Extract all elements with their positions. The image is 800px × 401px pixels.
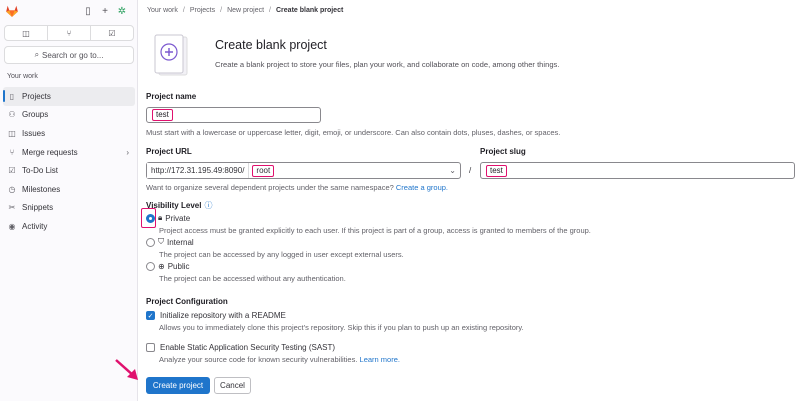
namespace-value: root bbox=[252, 164, 275, 177]
todo-tab-icon[interactable]: ☑ bbox=[91, 26, 133, 40]
sidebar-item-projects[interactable]: ▯ Projects bbox=[3, 87, 135, 106]
main-content: Your work / Projects / New project / Cre… bbox=[138, 0, 800, 401]
search-button[interactable]: ⌕ Search or go to... bbox=[4, 46, 134, 64]
sidebar-item-groups[interactable]: ⚇ Groups bbox=[3, 106, 135, 125]
todo-icon: ☑ bbox=[8, 166, 16, 176]
merge-requests-tab-icon[interactable]: ⑂ bbox=[48, 26, 91, 40]
project-name-help: Must start with a lowercase or uppercase… bbox=[146, 128, 561, 137]
breadcrumb-projects[interactable]: Projects bbox=[190, 7, 215, 14]
learn-more-link[interactable]: Learn more. bbox=[360, 355, 400, 364]
lock-icon: 🔒︎ bbox=[158, 213, 163, 222]
sidebar-item-label: Milestones bbox=[22, 184, 61, 194]
visibility-option-desc: The project can be accessed without any … bbox=[159, 274, 346, 283]
sidebar-item-activity[interactable]: ◉ Activity bbox=[3, 217, 135, 236]
project-config-label: Project Configuration bbox=[146, 297, 228, 306]
sast-desc-row: Analyze your source code for known secur… bbox=[159, 355, 400, 364]
project-url-group: http://172.31.195.49:8090/ root ⌄ bbox=[146, 162, 461, 179]
sidebar-item-todo[interactable]: ☑ To-Do List bbox=[3, 161, 135, 180]
private-radio[interactable] bbox=[146, 213, 155, 223]
project-icon: ▯ bbox=[9, 91, 15, 101]
url-slash: / bbox=[469, 166, 472, 175]
project-url-label: Project URL bbox=[146, 147, 192, 156]
project-slug-value: test bbox=[486, 164, 507, 177]
sidebar-quick-tabs: ◫ ⑂ ☑ bbox=[4, 25, 134, 41]
namespace-help: Want to organize several dependent proje… bbox=[146, 183, 448, 192]
breadcrumb-separator: / bbox=[220, 7, 223, 14]
url-prefix: http://172.31.195.49:8090/ bbox=[147, 163, 250, 178]
sidebar: ▯ + ✲ ◫ ⑂ ☑ ⌕ Search or go to... Your wo… bbox=[0, 0, 138, 401]
sidebar-item-label: Groups bbox=[22, 110, 49, 120]
activity-icon: ◉ bbox=[8, 221, 16, 231]
project-slug-input[interactable]: test bbox=[480, 162, 795, 179]
sidebar-item-milestones[interactable]: ◷ Milestones bbox=[3, 180, 135, 199]
chevron-down-icon: ⌄ bbox=[449, 166, 456, 175]
sidebar-item-label: Merge requests bbox=[22, 147, 78, 157]
search-label: Search or go to... bbox=[42, 50, 104, 60]
visibility-public[interactable]: ⊕ Public bbox=[146, 262, 190, 271]
breadcrumb: Your work / Projects / New project / Cre… bbox=[147, 7, 343, 14]
project-name-label: Project name bbox=[146, 92, 197, 101]
milestone-icon: ◷ bbox=[8, 184, 16, 194]
group-icon: ⚇ bbox=[8, 110, 16, 120]
breadcrumb-separator: / bbox=[182, 7, 185, 14]
sidebar-section-title: Your work bbox=[7, 73, 38, 80]
visibility-option-desc: Project access must be granted explicitl… bbox=[159, 226, 591, 235]
breadcrumb-current[interactable]: Create blank project bbox=[276, 7, 343, 14]
visibility-option-label: Public bbox=[167, 262, 190, 271]
visibility-internal[interactable]: ⛉ Internal bbox=[146, 237, 194, 247]
cancel-button[interactable]: Cancel bbox=[214, 377, 251, 394]
sidebar-item-label: Snippets bbox=[22, 203, 54, 213]
namespace-help-text: Want to organize several dependent proje… bbox=[146, 183, 394, 192]
page-description: Create a blank project to store your fil… bbox=[215, 60, 560, 69]
breadcrumb-separator: / bbox=[269, 7, 271, 14]
readme-desc: Allows you to immediately clone this pro… bbox=[159, 323, 524, 332]
sast-desc: Analyze your source code for known secur… bbox=[159, 355, 358, 364]
sidebar-item-label: Projects bbox=[22, 91, 51, 101]
readme-label: Initialize repository with a README bbox=[160, 311, 286, 320]
sidebar-item-snippets[interactable]: ✂ Snippets bbox=[3, 199, 135, 218]
search-icon: ⌕ bbox=[34, 50, 40, 59]
sidebar-item-label: To-Do List bbox=[22, 166, 59, 176]
visibility-option-desc: The project can be accessed by any logge… bbox=[159, 250, 404, 259]
chevron-right-icon: › bbox=[126, 147, 129, 157]
sast-checkbox[interactable] bbox=[146, 343, 155, 352]
breadcrumb-new-project[interactable]: New project bbox=[227, 7, 264, 14]
sidebar-toggle-icon[interactable]: ▯ bbox=[82, 5, 94, 17]
visibility-private[interactable]: 🔒︎ Private bbox=[146, 213, 190, 223]
sidebar-item-merge-requests[interactable]: ⑂ Merge requests › bbox=[3, 143, 135, 162]
namespace-select[interactable]: root ⌄ bbox=[249, 163, 460, 178]
visibility-option-label: Internal bbox=[167, 237, 194, 247]
visibility-option-label: Private bbox=[165, 213, 191, 223]
merge-request-icon: ⑂ bbox=[9, 147, 15, 157]
sidebar-item-label: Issues bbox=[22, 128, 46, 138]
avatar[interactable]: ✲ bbox=[116, 5, 128, 17]
public-radio[interactable] bbox=[146, 262, 155, 271]
readme-checkbox[interactable]: ✓ bbox=[146, 311, 155, 320]
sidebar-nav: ▯ Projects ⚇ Groups ◫ Issues ⑂ Merge req… bbox=[3, 87, 135, 236]
sidebar-item-label: Activity bbox=[22, 221, 48, 231]
issues-icon: ◫ bbox=[8, 128, 16, 138]
create-project-button[interactable]: Create project bbox=[146, 377, 210, 394]
gitlab-logo[interactable] bbox=[5, 4, 19, 18]
project-slug-label: Project slug bbox=[480, 147, 526, 156]
blank-project-illustration-icon bbox=[154, 34, 188, 76]
page-title: Create blank project bbox=[215, 38, 327, 52]
sidebar-item-issues[interactable]: ◫ Issues bbox=[3, 124, 135, 143]
breadcrumb-your-work[interactable]: Your work bbox=[147, 7, 178, 14]
plus-icon[interactable]: + bbox=[99, 5, 111, 17]
shield-icon: ⛉ bbox=[158, 237, 164, 246]
project-name-value: test bbox=[152, 109, 173, 121]
annotation-arrow-icon bbox=[115, 359, 138, 380]
internal-radio[interactable] bbox=[146, 237, 155, 247]
readme-option[interactable]: ✓ Initialize repository with a README bbox=[146, 311, 286, 320]
issues-tab-icon[interactable]: ◫ bbox=[5, 26, 48, 40]
help-icon[interactable]: ⓘ bbox=[204, 200, 212, 211]
sidebar-header: ▯ + ✲ bbox=[0, 0, 138, 24]
sast-option[interactable]: Enable Static Application Security Testi… bbox=[146, 343, 335, 352]
snippet-icon: ✂ bbox=[8, 203, 16, 213]
project-name-input[interactable]: test bbox=[146, 107, 321, 123]
sast-label: Enable Static Application Security Testi… bbox=[160, 343, 336, 352]
create-group-link[interactable]: Create a group. bbox=[396, 183, 448, 192]
globe-icon: ⊕ bbox=[158, 262, 165, 271]
